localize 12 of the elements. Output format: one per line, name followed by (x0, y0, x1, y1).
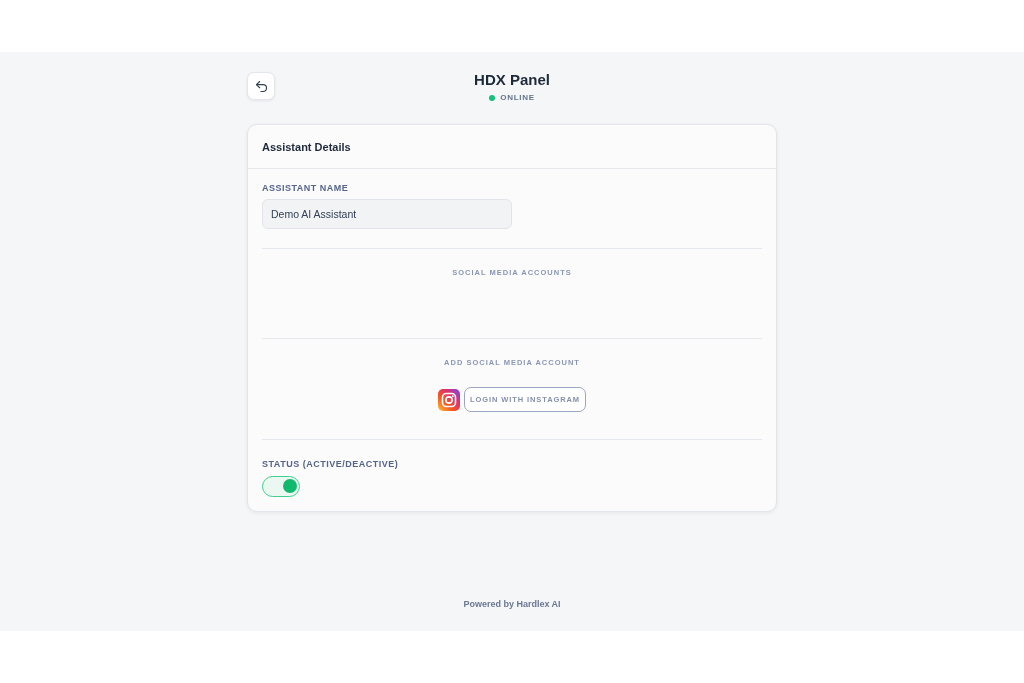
page-title: HDX Panel (474, 72, 550, 88)
status-text: ONLINE (500, 93, 535, 102)
name-input[interactable]: Demo AI Assistant (262, 199, 512, 229)
field-label: STATUS (ACTIVE/DEACTIVE) (262, 459, 399, 470)
camera-logo-icon (438, 388, 461, 411)
status-toggle[interactable] (262, 476, 300, 497)
field-label: ASSISTANT NAME (262, 183, 349, 194)
toggle-knob-icon (283, 479, 297, 493)
footer-text: Powered by Hardlex AI (463, 599, 561, 609)
undo-arrow-icon (253, 78, 269, 94)
card-title: Assistant Details (262, 140, 351, 153)
back-button[interactable] (247, 72, 275, 100)
